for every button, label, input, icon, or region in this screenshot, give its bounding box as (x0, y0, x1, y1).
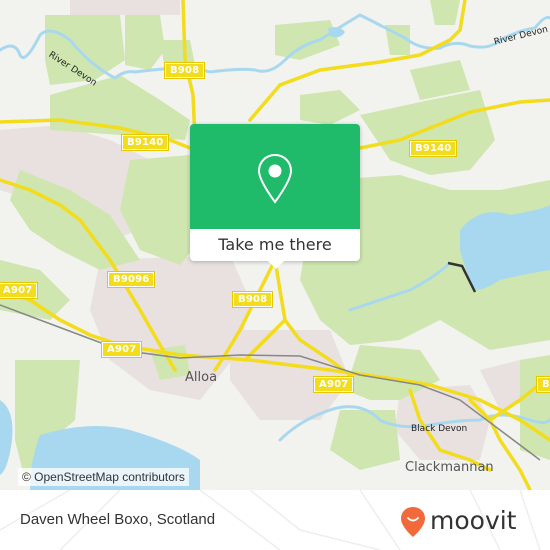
road-label-a907: A907 (312, 376, 355, 393)
place-label-alloa: Alloa (185, 370, 218, 385)
water-label-black-devon: Black Devon (411, 424, 468, 434)
road-label-b908: B908 (163, 62, 206, 79)
road-label-b9140: B9140 (120, 134, 170, 151)
map[interactable]: B908 B9140 B9140 B9096 A907 B908 A907 A9… (0, 0, 550, 490)
map-popup: Take me there (190, 124, 360, 269)
osm-attribution[interactable]: © OpenStreetMap contributors (18, 468, 189, 486)
road-label-b908: B908 (231, 291, 274, 308)
road-label-a907: A907 (100, 341, 143, 358)
place-label-clackmannan: Clackmannan (405, 460, 494, 475)
popup-header (190, 124, 360, 229)
place-title: Daven Wheel Boxo, Scotland (20, 511, 216, 528)
road-label-b9140: B9140 (408, 140, 458, 157)
road-label-b9: B9 (536, 376, 550, 393)
take-me-there-button[interactable]: Take me there (190, 229, 360, 261)
moovit-wordmark: moovit (430, 506, 517, 535)
popup-pointer (268, 261, 284, 269)
road-label-a907: A907 (0, 282, 39, 299)
moovit-pin-icon (401, 507, 425, 537)
footer: Daven Wheel Boxo, Scotland moovit (0, 490, 550, 550)
road-label-b9096: B9096 (106, 271, 156, 288)
map-pin-icon (257, 153, 293, 204)
